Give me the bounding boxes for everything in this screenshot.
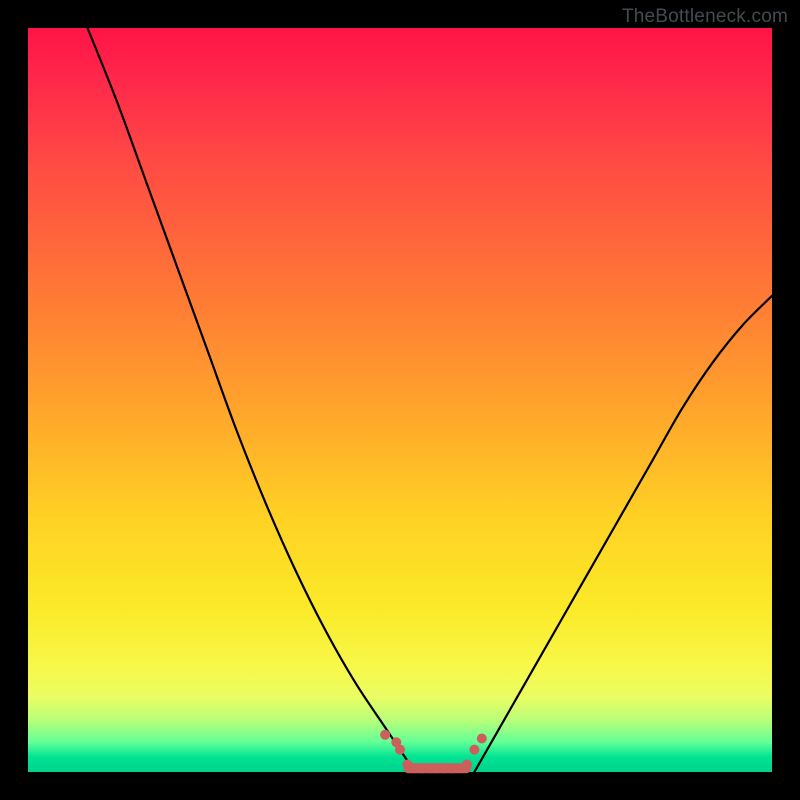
- curves-svg: [28, 28, 772, 772]
- marker-dot: [469, 745, 479, 755]
- attribution-text: TheBottleneck.com: [622, 6, 788, 28]
- left-curve: [88, 28, 415, 772]
- plot-area: [28, 28, 772, 772]
- marker-dot: [462, 760, 472, 770]
- chart-frame: TheBottleneck.com: [0, 0, 800, 800]
- right-curve: [474, 296, 772, 772]
- marker-dot: [380, 730, 390, 740]
- marker-dot: [447, 763, 457, 773]
- marker-dot: [395, 745, 405, 755]
- bottom-markers: [380, 730, 487, 773]
- marker-dot: [477, 734, 487, 744]
